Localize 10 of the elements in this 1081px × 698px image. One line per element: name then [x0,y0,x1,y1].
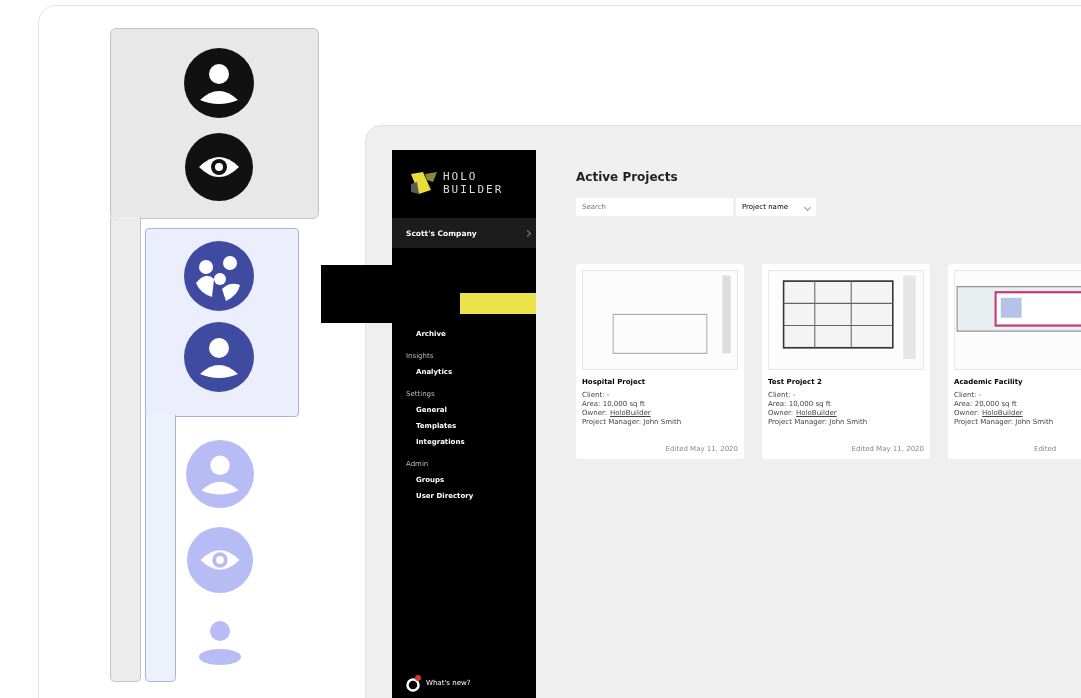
group-icon [184,241,254,311]
eye-icon [186,525,254,595]
user-icon [184,322,254,392]
user-icon [199,620,241,665]
eye-icon [184,133,254,201]
logo-text: HOLO BUILDER [443,170,504,196]
page-title: Active Projects [576,170,679,184]
logo-icon [409,170,439,196]
user-icon [184,48,254,118]
user-icon [186,440,254,508]
